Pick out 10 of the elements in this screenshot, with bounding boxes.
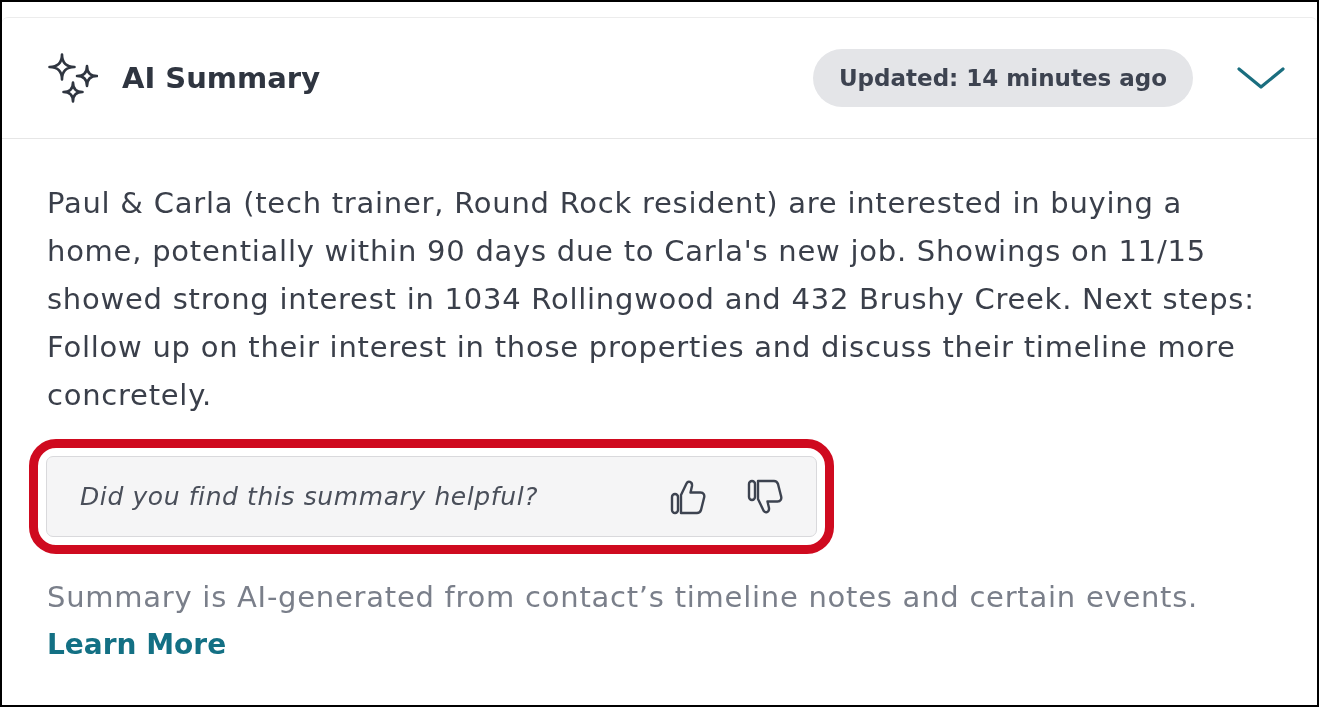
- learn-more-link[interactable]: Learn More: [47, 621, 227, 669]
- summary-text: Paul & Carla (tech trainer, Round Rock resident) are interested in buying a home, potentially within 90 days due to Carla's new job. Showings on 11/15 showed strong interest in 1034 Rollingwood and 432 Brushy Creek. Next steps: Follow up on their interest in those properties and discuss their timeline more concretely.: [47, 185, 1256, 414]
- panel-title: AI Summary: [122, 61, 322, 95]
- thumbs-up-icon[interactable]: [670, 478, 706, 515]
- thumbs-down-icon[interactable]: [747, 478, 783, 515]
- updated-badge: Updated: 14 minutes ago: [812, 49, 1193, 107]
- disclaimer-text: Summary is AI-generated from contact’s timeline notes and certain events.: [47, 579, 1200, 616]
- sparkle-icon: [48, 53, 98, 103]
- feedback-prompt: Did you find this summary helpful?: [80, 482, 540, 511]
- chevron-icon[interactable]: [1237, 67, 1285, 89]
